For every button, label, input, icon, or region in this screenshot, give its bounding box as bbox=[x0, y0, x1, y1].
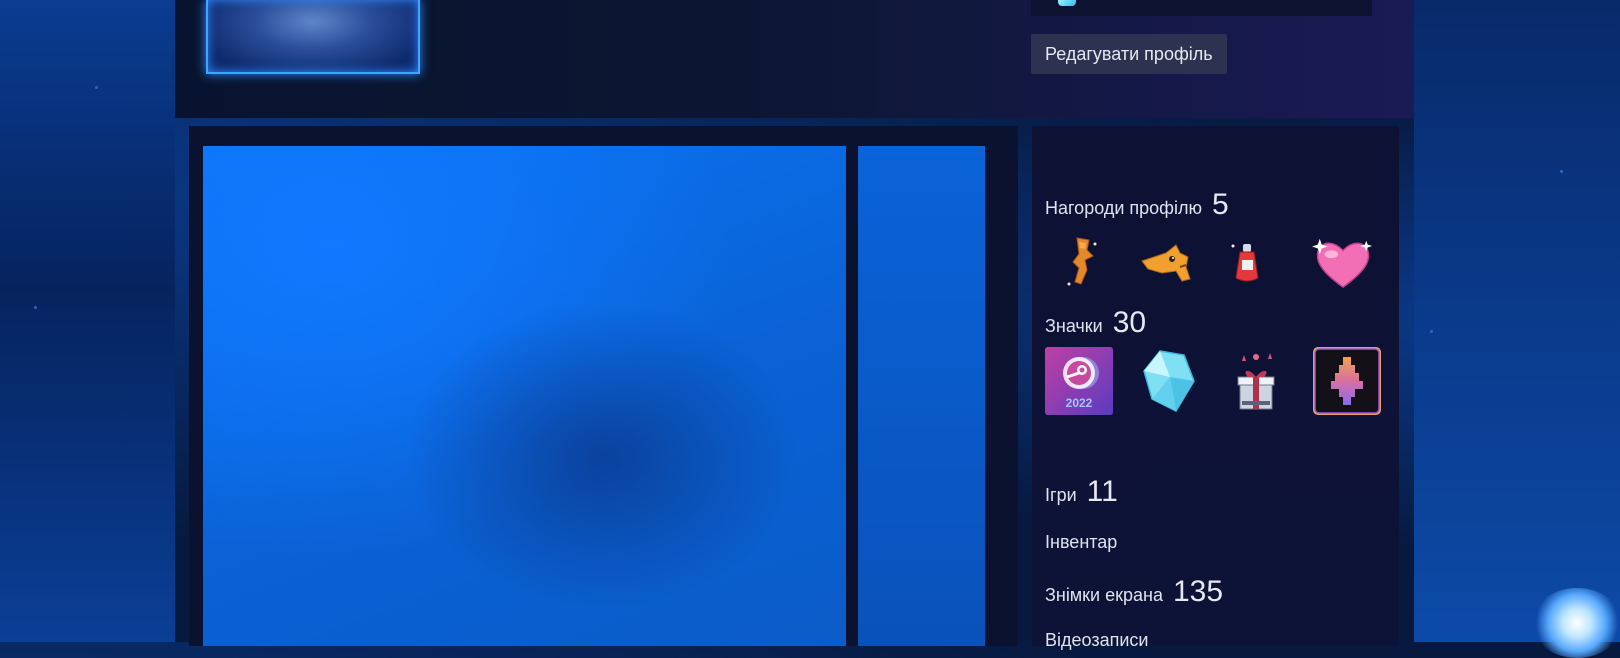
gift-box-badge-icon[interactable] bbox=[1222, 347, 1290, 415]
videos-link[interactable]: Відеозаписи bbox=[1045, 630, 1148, 651]
screenshots-label: Знімки екрана bbox=[1045, 585, 1163, 605]
background-speck bbox=[1430, 330, 1433, 333]
videos-label: Відеозаписи bbox=[1045, 630, 1149, 650]
games-label: Ігри bbox=[1045, 485, 1077, 505]
screenshots-count: 135 bbox=[1172, 575, 1224, 608]
avatar-frame[interactable] bbox=[206, 0, 420, 74]
level-bar bbox=[1031, 0, 1372, 16]
background-speck bbox=[95, 86, 98, 89]
glowing-orb bbox=[1532, 588, 1620, 658]
games-link[interactable]: Ігри 11 bbox=[1045, 475, 1118, 509]
background-left bbox=[0, 0, 175, 642]
level-gem-icon bbox=[1058, 0, 1076, 6]
badge-year-text: 2022 bbox=[1066, 396, 1093, 410]
showcase-main-image[interactable] bbox=[203, 146, 846, 646]
steam-2022-badge-icon[interactable]: 2022 bbox=[1045, 347, 1113, 415]
inventory-link[interactable]: Інвентар bbox=[1045, 532, 1117, 553]
awards-link[interactable]: Нагороди профілю 5 bbox=[1045, 188, 1229, 222]
blue-crystal-badge-icon[interactable] bbox=[1136, 347, 1204, 415]
showcase-side-image[interactable] bbox=[858, 146, 985, 646]
orange-cat-icon[interactable] bbox=[1135, 232, 1197, 294]
background-speck bbox=[1560, 170, 1563, 173]
pink-heart-icon[interactable] bbox=[1312, 232, 1374, 294]
badges-label: Значки bbox=[1045, 316, 1103, 336]
games-count: 11 bbox=[1086, 475, 1118, 508]
inventory-label: Інвентар bbox=[1045, 532, 1118, 552]
badges-count: 30 bbox=[1112, 306, 1147, 339]
pixel-tree-badge-icon[interactable] bbox=[1313, 347, 1381, 415]
badges-link[interactable]: Значки 30 bbox=[1045, 306, 1146, 340]
background-speck bbox=[34, 306, 37, 309]
awards-count: 5 bbox=[1211, 188, 1229, 221]
screenshots-link[interactable]: Знімки екрана 135 bbox=[1045, 575, 1223, 609]
red-bottle-icon[interactable] bbox=[1216, 232, 1278, 294]
edit-profile-button[interactable]: Редагувати профіль bbox=[1031, 34, 1227, 74]
awards-label: Нагороди профілю bbox=[1045, 198, 1202, 218]
background-right bbox=[1414, 0, 1620, 642]
orange-figure-icon[interactable] bbox=[1051, 232, 1113, 294]
